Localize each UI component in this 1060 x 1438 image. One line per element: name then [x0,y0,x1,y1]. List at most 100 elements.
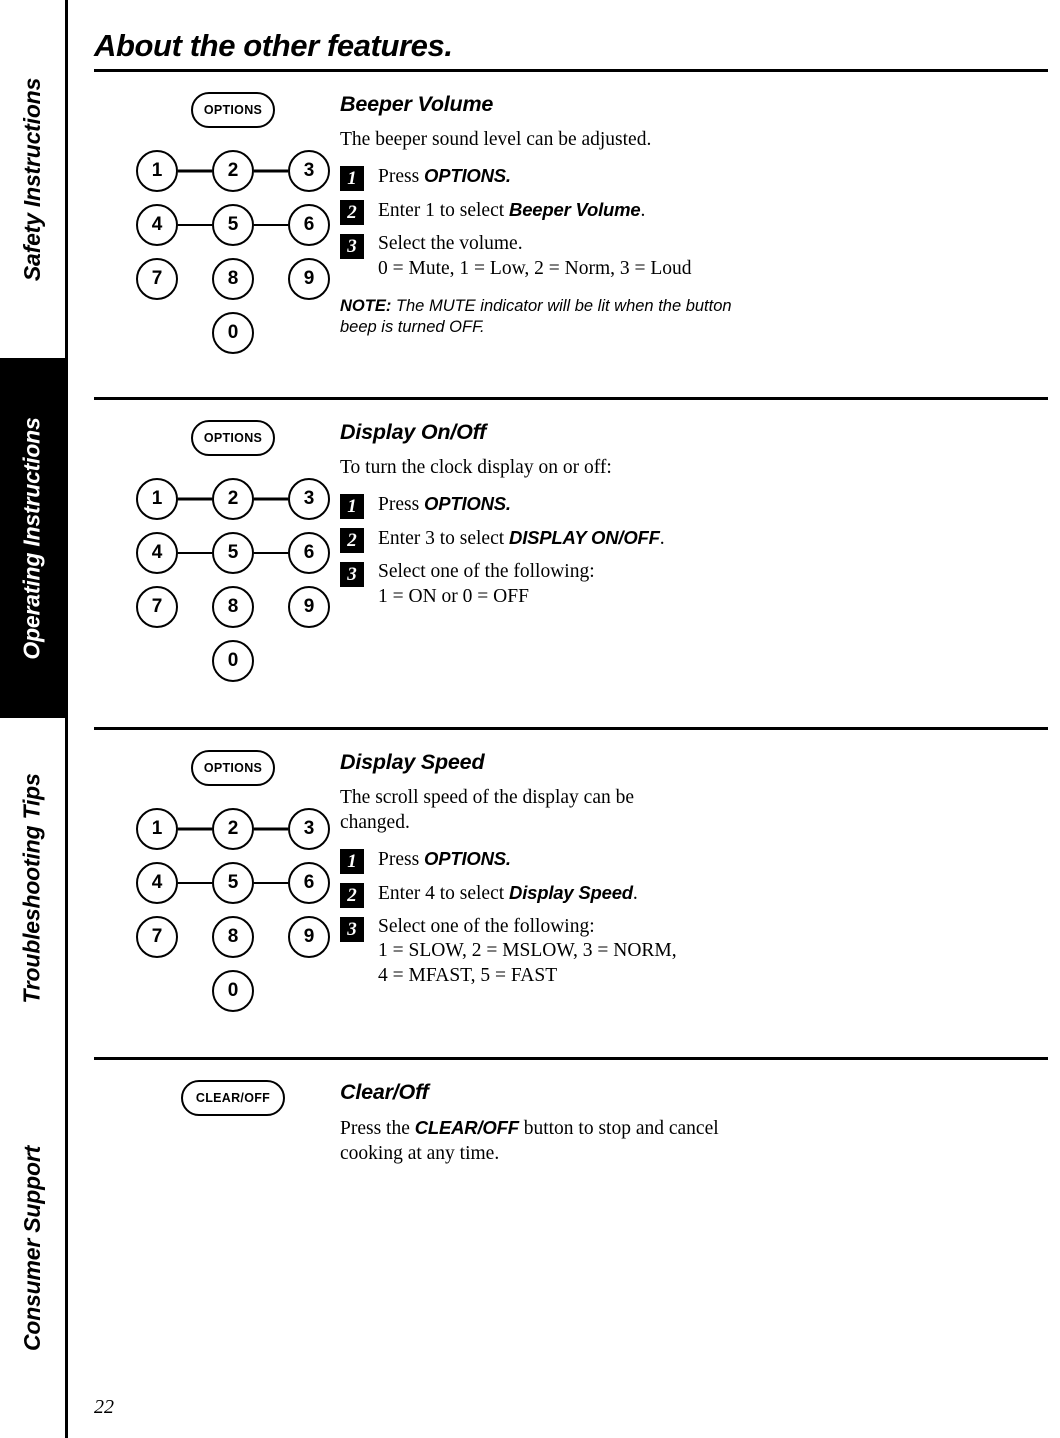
step-item: 1 Press OPTIONS. [340,164,1040,191]
step-text: Press OPTIONS. [378,847,511,870]
section-intro: The beeper sound level can be adjusted. [340,129,652,150]
keypad-key-8[interactable]: 8 [212,258,254,300]
step-item: 2 Enter 4 to select Display Speed. [340,881,1040,908]
keypad-connector-line [254,224,288,226]
manual-page: Safety Instructions Operating Instructio… [0,0,1060,1438]
step-item: 3 Select the volume. 0 = Mute, 1 = Low, 2… [340,232,1040,282]
keypad-key-5[interactable]: 5 [212,532,254,574]
sidebar-tab-consumer-support[interactable]: Consumer Support [0,1058,68,1438]
keypad-connector-line [178,827,212,831]
keypad-connector-line [254,827,288,831]
keypad-row-2: 4 5 6 [136,204,330,246]
step-text-line2: 0 = Mute, 1 = Low, 2 = Norm, 3 = Loud [378,257,692,279]
keypad-key-0[interactable]: 0 [212,312,254,354]
step-text: Enter 1 to select Beeper Volume. [378,199,646,221]
keypad-row-1: 1 2 3 [136,808,330,850]
keypad-key-1[interactable]: 1 [136,150,178,192]
step-list: 1 Press OPTIONS. 2 Enter 1 to select Bee… [340,164,1040,282]
keypad-key-6[interactable]: 6 [288,862,330,904]
keypad-connector-line [178,169,212,173]
keypad-key-1[interactable]: 1 [136,808,178,850]
step-list: 1 Press OPTIONS. 2 Enter 4 to select Dis… [340,847,1040,990]
step-text-emphasis: OPTIONS. [424,164,511,186]
step-text-pre: Select the volume. [378,232,523,254]
keypad-key-6[interactable]: 6 [288,204,330,246]
keypad-key-3[interactable]: 3 [288,808,330,850]
sidebar-tab-troubleshooting-tips[interactable]: Troubleshooting Tips [0,718,68,1058]
keypad-key-5[interactable]: 5 [212,204,254,246]
keypad-key-8[interactable]: 8 [212,586,254,628]
keypad-key-9[interactable]: 9 [288,258,330,300]
keypad-key-7[interactable]: 7 [136,586,178,628]
keypad-key-3[interactable]: 3 [288,478,330,520]
keypad-row-1: 1 2 3 [136,478,330,520]
keypad-key-2[interactable]: 2 [212,478,254,520]
step-item: 2 Enter 1 to select Beeper Volume. [340,198,1040,225]
step-text-pre: Press [378,493,425,515]
step-number-badge: 2 [340,882,364,908]
clear-off-diagram: CLEAR/OFF [108,1080,358,1138]
sidebar: Safety Instructions Operating Instructio… [0,0,68,1438]
keypad-row-4: 0 [136,640,330,682]
options-button-icon[interactable]: OPTIONS [191,420,275,456]
sidebar-tab-safety-instructions[interactable]: Safety Instructions [0,0,68,358]
section-text-display-on-off: Display On/Off To turn the clock display… [340,420,1040,617]
step-text: Enter 4 to select Display Speed. [378,881,638,904]
keypad-connector-line [254,552,288,554]
keypad-diagram-display-speed: OPTIONS 1 2 3 4 5 6 7 8 9 0 [108,750,358,1012]
keypad-row-3: 7 8 9 [136,916,330,958]
keypad-key-5[interactable]: 5 [212,862,254,904]
step-text-post: . [640,199,646,221]
keypad-key-2[interactable]: 2 [212,808,254,850]
step-text-pre: Select one of the following: [378,560,595,582]
step-text-line2: 1 = ON or 0 = OFF [378,585,529,607]
keypad-key-6[interactable]: 6 [288,532,330,574]
step-text: Select the volume. 0 = Mute, 1 = Low, 2 =… [378,232,1040,282]
keypad-key-9[interactable]: 9 [288,916,330,958]
number-keypad: 1 2 3 4 5 6 7 8 9 0 [136,808,330,1012]
keypad-connector-line [178,882,212,884]
keypad-key-7[interactable]: 7 [136,258,178,300]
step-text-line3: 4 = MFAST, 5 = FAST [378,965,558,987]
keypad-key-0[interactable]: 0 [212,640,254,682]
step-list: 1 Press OPTIONS. 2 Enter 3 to select DIS… [340,492,1040,610]
keypad-key-9[interactable]: 9 [288,586,330,628]
step-text-line2: 1 = SLOW, 2 = MSLOW, 3 = NORM, [378,940,677,962]
step-text-pre: Enter 4 to select [378,882,510,904]
section-intro: The scroll speed of the display can be c… [340,787,635,833]
page-content: About the other features. OPTIONS 1 2 3 [68,0,1060,1438]
sidebar-tab-label: Troubleshooting Tips [19,772,46,1004]
body-text-pre: Press the [340,1118,415,1139]
step-text-pre: Select one of the following: [378,915,595,937]
step-number-badge: 1 [340,165,364,191]
step-text-post: . [659,527,665,549]
keypad-key-7[interactable]: 7 [136,916,178,958]
keypad-key-2[interactable]: 2 [212,150,254,192]
step-item: 3 Select one of the following: 1 = ON or … [340,560,1040,610]
step-text-emphasis: DISPLAY ON/OFF [509,526,660,548]
keypad-key-3[interactable]: 3 [288,150,330,192]
keypad-key-1[interactable]: 1 [136,478,178,520]
clear-off-button-icon[interactable]: CLEAR/OFF [181,1080,285,1116]
step-text-emphasis: OPTIONS. [424,492,511,514]
step-number-badge: 2 [340,527,364,553]
keypad-connector-line [254,169,288,173]
step-text-pre: Press [378,848,425,870]
step-number-badge: 2 [340,199,364,225]
keypad-connector-line [178,224,212,226]
step-item: 2 Enter 3 to select DISPLAY ON/OFF. [340,526,1040,553]
options-button-icon[interactable]: OPTIONS [191,92,275,128]
section-text-clear-off: Clear/Off Press the CLEAR/OFF button to … [340,1080,1040,1167]
step-number-badge: 1 [340,493,364,519]
step-text-pre: Press [378,165,425,187]
keypad-key-4[interactable]: 4 [136,532,178,574]
keypad-key-4[interactable]: 4 [136,862,178,904]
keypad-key-0[interactable]: 0 [212,970,254,1012]
keypad-key-4[interactable]: 4 [136,204,178,246]
options-button-icon[interactable]: OPTIONS [191,750,275,786]
step-text-emphasis: Display Speed [509,881,633,903]
sidebar-tab-operating-instructions[interactable]: Operating Instructions [0,358,68,718]
step-text-emphasis: OPTIONS. [424,847,511,869]
keypad-key-8[interactable]: 8 [212,916,254,958]
sidebar-tab-label: Operating Instructions [19,416,46,660]
